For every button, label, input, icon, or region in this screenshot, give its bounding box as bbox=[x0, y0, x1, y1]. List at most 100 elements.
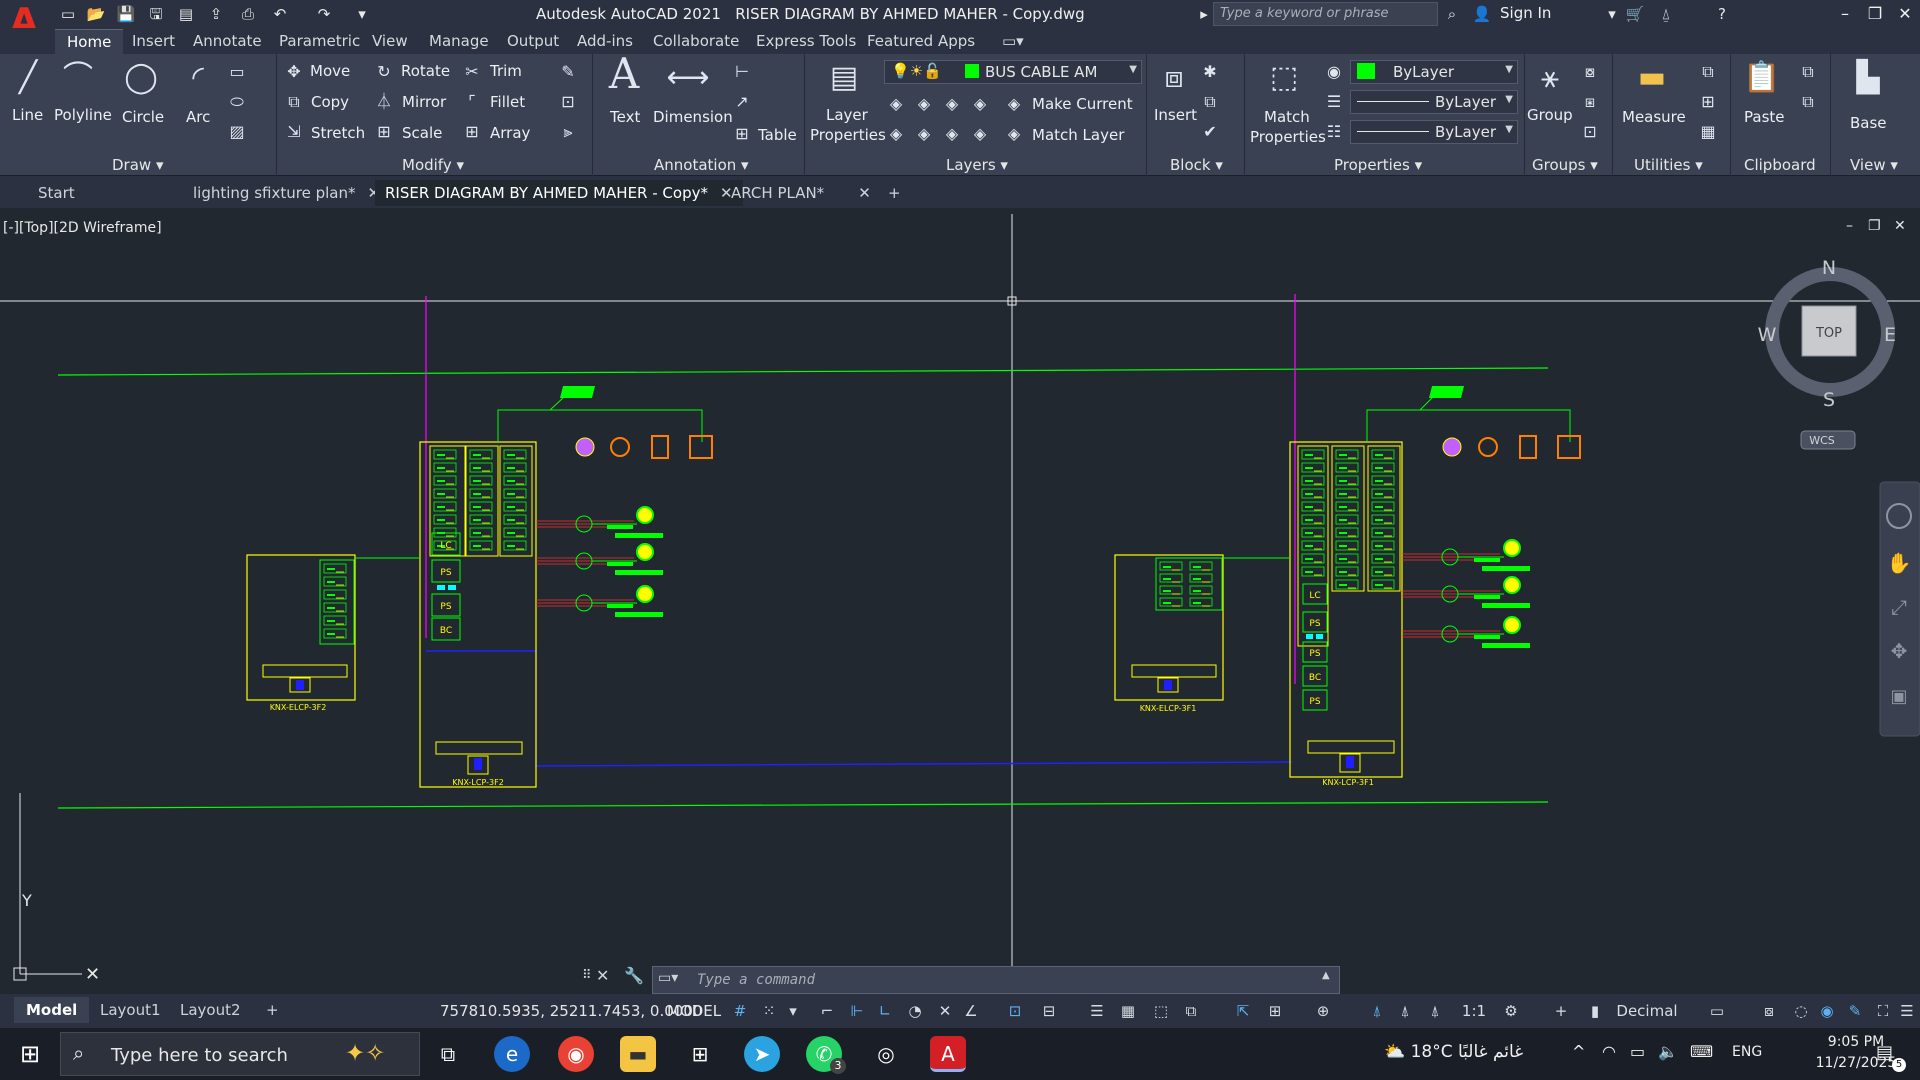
draw-panel-title[interactable]: Draw ▾ bbox=[112, 156, 164, 174]
viewport-controls-label[interactable]: [-][Top][2D Wireframe] bbox=[3, 220, 162, 236]
chevron-down-icon[interactable]: ▾ bbox=[782, 1000, 804, 1022]
table-icon[interactable]: ⊞ bbox=[732, 124, 752, 144]
mirror-button[interactable]: Mirror bbox=[402, 93, 446, 111]
isolate-objects-icon[interactable]: ◌ bbox=[1790, 1000, 1812, 1022]
save-as-icon[interactable]: 🖫 bbox=[146, 4, 166, 24]
layer-tool-icon[interactable]: ◈ bbox=[942, 124, 962, 144]
dimension-icon[interactable]: ⟷ bbox=[666, 58, 710, 102]
lineweight-dropdown[interactable]: ByLayer ▼ bbox=[1350, 90, 1518, 114]
clipboard-panel-title[interactable]: Clipboard bbox=[1744, 156, 1816, 174]
restore-button[interactable]: ❐ bbox=[1860, 2, 1890, 26]
selection-cycling-icon[interactable]: ⬚ bbox=[1150, 1000, 1172, 1022]
fillet-button[interactable]: Fillet bbox=[490, 93, 525, 111]
lineweight-icon[interactable]: ☰ bbox=[1086, 1000, 1108, 1022]
linetype-dropdown[interactable]: ByLayer ▼ bbox=[1350, 120, 1518, 144]
customization-menu-icon[interactable]: ☰ bbox=[1896, 1000, 1918, 1022]
hatch-icon[interactable]: ▨ bbox=[227, 122, 247, 142]
quick-select-icon[interactable]: ⧉ bbox=[1698, 62, 1718, 82]
compass-south[interactable]: S bbox=[1823, 389, 1835, 411]
group-button[interactable]: Group bbox=[1527, 106, 1573, 124]
autocad-taskbar-icon[interactable]: A bbox=[930, 1036, 966, 1072]
fillet-icon[interactable]: ⌜ bbox=[462, 92, 482, 112]
rotate-icon[interactable]: ↻ bbox=[374, 62, 394, 82]
tab-view[interactable]: View bbox=[372, 32, 408, 50]
workspace-gear-icon[interactable]: ⚙ bbox=[1500, 1000, 1522, 1022]
paste-button[interactable]: Paste bbox=[1744, 108, 1785, 126]
quick-properties-icon[interactable]: ▭ bbox=[1706, 1000, 1728, 1022]
tab-collaborate[interactable]: Collaborate bbox=[653, 32, 739, 50]
tab-output[interactable]: Output bbox=[507, 32, 559, 50]
show-hidden-icons[interactable]: ^ bbox=[1572, 1042, 1585, 1061]
command-input[interactable]: Type a command bbox=[652, 966, 1340, 994]
cmdline-close-icon[interactable]: ✕ bbox=[596, 966, 609, 985]
move-icon[interactable]: ✥ bbox=[284, 62, 304, 82]
ortho-icon[interactable]: ∟ bbox=[874, 1000, 896, 1022]
leader-icon[interactable]: ↗ bbox=[732, 92, 752, 112]
drawing-viewport[interactable]: LC PS PS BC KNX-ELCP-3F2 KNX-LCP-3F2 LC … bbox=[0, 208, 1920, 990]
polyline-button[interactable]: Polyline bbox=[54, 106, 112, 124]
notification-icon[interactable]: ▤ bbox=[1876, 1042, 1893, 1063]
units-icon[interactable]: ▮ bbox=[1584, 1000, 1606, 1022]
network-app-icon[interactable]: ◎ bbox=[868, 1036, 904, 1072]
tab-insert[interactable]: Insert bbox=[132, 32, 175, 50]
object-color-dropdown[interactable]: ByLayer ▼ bbox=[1350, 60, 1518, 84]
showmotion-icon[interactable]: ▣ bbox=[1890, 686, 1907, 707]
3d-osnap-icon[interactable]: ⧉ bbox=[1180, 1000, 1202, 1022]
minimize-button[interactable]: – bbox=[1830, 2, 1860, 26]
match-properties-icon[interactable]: ⬚ bbox=[1262, 58, 1306, 102]
auto-scale-icon[interactable]: ⍋ bbox=[1394, 1000, 1416, 1022]
lineweight-display-icon[interactable]: ⊟ bbox=[1038, 1000, 1060, 1022]
copy-button[interactable]: Copy bbox=[311, 93, 349, 111]
dimension-button[interactable]: Dimension bbox=[653, 108, 733, 126]
measure-button[interactable]: Measure bbox=[1622, 108, 1686, 126]
make-current-button[interactable]: Make Current bbox=[1032, 95, 1133, 113]
make-current-icon[interactable]: ◈ bbox=[1004, 94, 1024, 114]
tab-annotate[interactable]: Annotate bbox=[193, 32, 262, 50]
scale-icon[interactable]: ⊞ bbox=[374, 122, 394, 142]
current-layer-dropdown[interactable]: 💡☀🔓 BUS CABLE AM ▼ bbox=[884, 60, 1142, 84]
annotation-monitor-icon[interactable]: + bbox=[1550, 1000, 1572, 1022]
block-panel-title[interactable]: Block ▾ bbox=[1170, 156, 1223, 174]
close-button[interactable]: ✕ bbox=[1890, 2, 1920, 26]
cart-icon[interactable]: 🛒 bbox=[1625, 4, 1645, 24]
layout-tab-layout2[interactable]: Layout2 bbox=[168, 997, 253, 1023]
measure-icon[interactable]: ▬ bbox=[1630, 58, 1674, 102]
color-wheel-icon[interactable]: ◉ bbox=[1324, 62, 1344, 82]
layer-tool-icon[interactable]: ◈ bbox=[970, 124, 990, 144]
navigation-bar[interactable]: ✋ ⤢ ✥ ▣ bbox=[1879, 481, 1920, 737]
layer-tool-icon[interactable]: ◈ bbox=[942, 94, 962, 114]
redo-icon[interactable]: ↷ bbox=[314, 4, 334, 24]
tab-home[interactable]: Home bbox=[55, 29, 124, 54]
layer-properties-icon[interactable]: ▤ bbox=[822, 58, 866, 102]
insert-block-icon[interactable]: ⧈ bbox=[1152, 58, 1196, 102]
annotation-scale-icon[interactable]: ⍋ bbox=[1424, 1000, 1446, 1022]
task-view-icon[interactable]: ⧉ bbox=[430, 1036, 466, 1072]
properties-panel-title[interactable]: Properties ▾ bbox=[1334, 156, 1422, 174]
layer-tool-icon[interactable]: ◈ bbox=[886, 94, 906, 114]
layer-properties-button[interactable]: Layer bbox=[826, 106, 868, 124]
doc-tab-start[interactable]: Start bbox=[28, 180, 178, 206]
save-icon[interactable]: 💾 bbox=[116, 4, 136, 24]
file-explorer-icon[interactable]: ▬ bbox=[620, 1036, 656, 1072]
text-icon[interactable]: A bbox=[602, 53, 646, 98]
units-dropdown[interactable]: Decimal bbox=[1612, 1000, 1682, 1022]
circle-button[interactable]: Circle bbox=[122, 108, 164, 126]
paste-icon[interactable]: 📋 bbox=[1740, 58, 1784, 102]
stretch-icon[interactable]: ⇲ bbox=[284, 122, 304, 142]
layer-tool-icon[interactable]: ◈ bbox=[914, 124, 934, 144]
volume-icon[interactable]: 🔈 bbox=[1658, 1042, 1678, 1061]
close-icon[interactable]: ✕ bbox=[858, 184, 871, 202]
calculator-icon[interactable]: ▦ bbox=[1698, 122, 1718, 142]
layer-tool-icon[interactable]: ◈ bbox=[886, 124, 906, 144]
drawing-canvas[interactable]: LC PS PS BC KNX-ELCP-3F2 KNX-LCP-3F2 LC … bbox=[0, 208, 1920, 990]
match-layer-button[interactable]: Match Layer bbox=[1032, 126, 1124, 144]
add-layout-icon[interactable]: + bbox=[254, 997, 291, 1023]
mirror-icon[interactable]: ⏃ bbox=[374, 92, 394, 112]
move-button[interactable]: Move bbox=[310, 62, 350, 80]
sign-in-link[interactable]: Sign In bbox=[1500, 4, 1551, 22]
doc-tab-arch-plan[interactable]: ARCH PLAN* ✕ bbox=[721, 180, 871, 206]
compass-west[interactable]: W bbox=[1758, 324, 1777, 346]
customize-qa-icon[interactable]: ▾ bbox=[352, 4, 372, 24]
copy-clip-icon[interactable]: ⧉ bbox=[1798, 92, 1818, 112]
language-indicator[interactable]: ENG bbox=[1732, 1044, 1762, 1060]
